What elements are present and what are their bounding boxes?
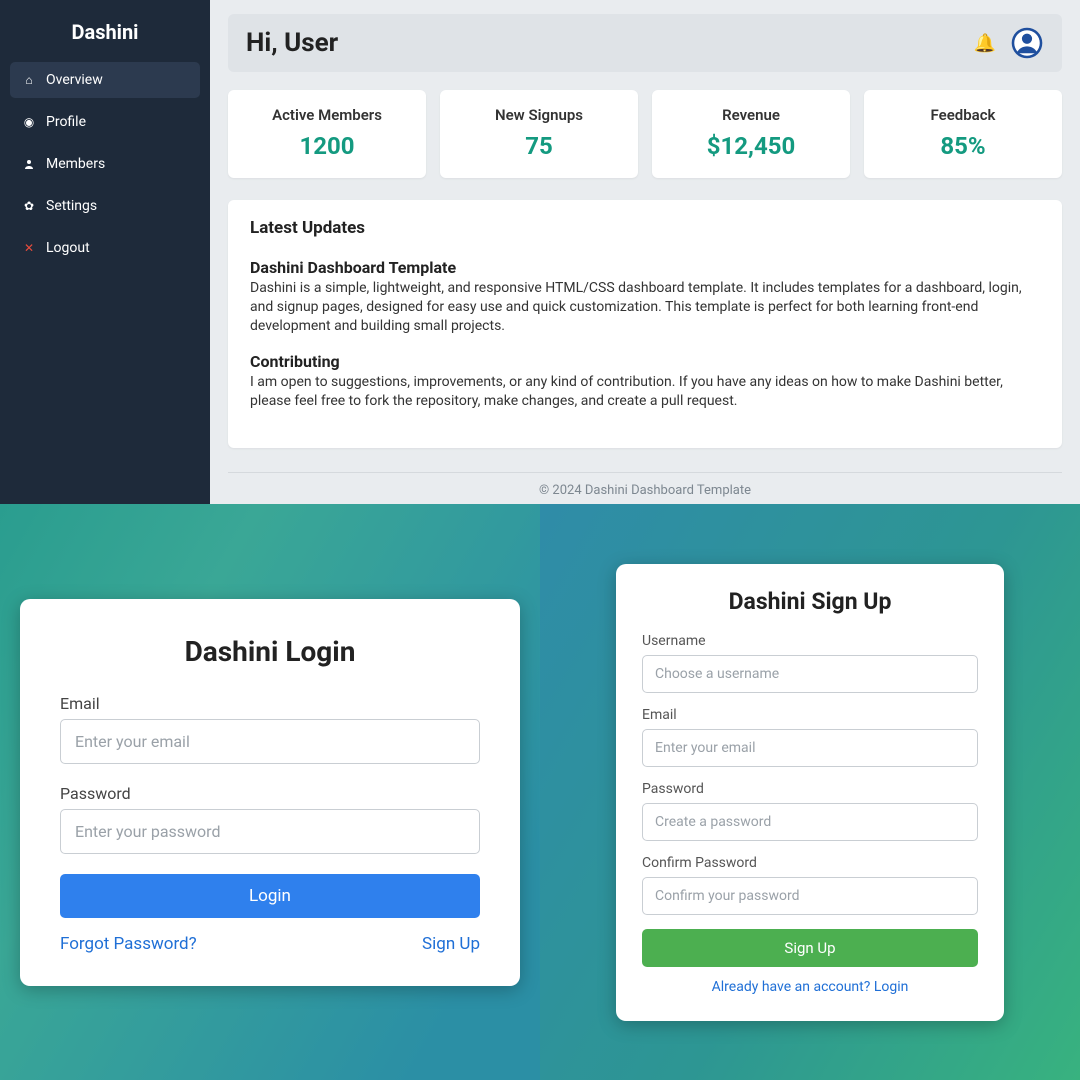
username-field[interactable] bbox=[642, 655, 978, 693]
update-heading: Contributing bbox=[250, 352, 1040, 371]
sidebar-item-label: Members bbox=[46, 156, 105, 172]
sidebar-item-members[interactable]: Members bbox=[10, 146, 200, 182]
card-title: Feedback bbox=[874, 106, 1052, 124]
login-links: Forgot Password? Sign Up bbox=[60, 934, 480, 954]
password-label: Password bbox=[60, 784, 480, 803]
sidebar-item-label: Settings bbox=[46, 198, 97, 214]
auth-section: Dashini Login Email Password Login Forgo… bbox=[0, 504, 1080, 1080]
forgot-password-link[interactable]: Forgot Password? bbox=[60, 934, 197, 954]
topbar-actions: 🔔 bbox=[974, 26, 1044, 60]
email-label: Email bbox=[642, 707, 978, 723]
card-title: Revenue bbox=[662, 106, 840, 124]
card-title: Active Members bbox=[238, 106, 416, 124]
greeting: Hi, User bbox=[246, 28, 338, 58]
card-new-signups: New Signups 75 bbox=[440, 90, 638, 178]
login-title: Dashini Login bbox=[60, 635, 480, 668]
sidebar-item-label: Overview bbox=[46, 72, 103, 88]
update-body: I am open to suggestions, improvements, … bbox=[250, 373, 1040, 411]
sidebar-item-overview[interactable]: ⌂ Overview bbox=[10, 62, 200, 98]
sidebar-item-label: Profile bbox=[46, 114, 86, 130]
card-active-members: Active Members 1200 bbox=[228, 90, 426, 178]
confirm-password-field[interactable] bbox=[642, 877, 978, 915]
signup-link[interactable]: Sign Up bbox=[422, 934, 480, 954]
close-icon: ✕ bbox=[22, 241, 36, 255]
card-value: 1200 bbox=[238, 132, 416, 160]
card-value: $12,450 bbox=[662, 132, 840, 160]
login-panel: Dashini Login Email Password Login Forgo… bbox=[0, 504, 540, 1080]
brand-title: Dashini bbox=[10, 12, 200, 62]
email-field[interactable] bbox=[642, 729, 978, 767]
topbar: Hi, User 🔔 bbox=[228, 14, 1062, 72]
email-field[interactable] bbox=[60, 719, 480, 764]
user-icon bbox=[22, 158, 36, 170]
sidebar-item-logout[interactable]: ✕ Logout bbox=[10, 230, 200, 266]
sidebar-item-profile[interactable]: ◉ Profile bbox=[10, 104, 200, 140]
updates-title: Latest Updates bbox=[250, 218, 1040, 238]
home-icon: ⌂ bbox=[22, 73, 36, 87]
main-content: Hi, User 🔔 Active Members 1200 New Signu… bbox=[210, 0, 1080, 504]
notification-bell-icon[interactable]: 🔔 bbox=[974, 33, 996, 54]
card-value: 75 bbox=[450, 132, 628, 160]
gear-icon: ✿ bbox=[22, 199, 36, 213]
stat-cards: Active Members 1200 New Signups 75 Reven… bbox=[228, 90, 1062, 178]
confirm-password-label: Confirm Password bbox=[642, 855, 978, 871]
dashboard-section: Dashini ⌂ Overview ◉ Profile Members ✿ S… bbox=[0, 0, 1080, 504]
signup-title: Dashini Sign Up bbox=[642, 588, 978, 615]
card-value: 85% bbox=[874, 132, 1052, 160]
signup-panel: Dashini Sign Up Username Email Password … bbox=[540, 504, 1080, 1080]
sidebar-item-label: Logout bbox=[46, 240, 90, 256]
user-circle-icon: ◉ bbox=[22, 115, 36, 129]
card-feedback: Feedback 85% bbox=[864, 90, 1062, 178]
updates-panel: Latest Updates Dashini Dashboard Templat… bbox=[228, 200, 1062, 448]
login-link[interactable]: Already have an account? Login bbox=[642, 979, 978, 995]
login-card: Dashini Login Email Password Login Forgo… bbox=[20, 599, 520, 986]
signup-button[interactable]: Sign Up bbox=[642, 929, 978, 967]
email-label: Email bbox=[60, 694, 480, 713]
sidebar-item-settings[interactable]: ✿ Settings bbox=[10, 188, 200, 224]
password-label: Password bbox=[642, 781, 978, 797]
password-field[interactable] bbox=[60, 809, 480, 854]
password-field[interactable] bbox=[642, 803, 978, 841]
username-label: Username bbox=[642, 633, 978, 649]
login-button[interactable]: Login bbox=[60, 874, 480, 918]
card-title: New Signups bbox=[450, 106, 628, 124]
card-revenue: Revenue $12,450 bbox=[652, 90, 850, 178]
update-body: Dashini is a simple, lightweight, and re… bbox=[250, 279, 1040, 336]
sidebar: Dashini ⌂ Overview ◉ Profile Members ✿ S… bbox=[0, 0, 210, 504]
signup-card: Dashini Sign Up Username Email Password … bbox=[616, 564, 1004, 1021]
update-heading: Dashini Dashboard Template bbox=[250, 258, 1040, 277]
avatar-icon[interactable] bbox=[1010, 26, 1044, 60]
